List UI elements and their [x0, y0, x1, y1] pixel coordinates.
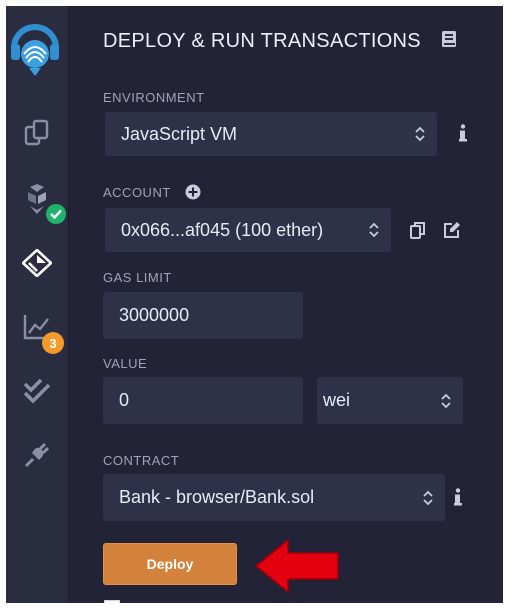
checkbox[interactable] — [104, 600, 120, 603]
select-arrows-icon — [423, 490, 433, 505]
panel-title: DEPLOY & RUN TRANSACTIONS — [103, 30, 421, 52]
value-input[interactable]: 0 — [103, 377, 303, 424]
analysis-count-badge: 3 — [42, 332, 64, 354]
testing-icon[interactable] — [20, 374, 54, 408]
select-arrows-icon — [415, 126, 425, 142]
contract-info-icon[interactable] — [451, 486, 465, 508]
compiled-check-icon — [46, 204, 66, 224]
deploy-run-panel: DEPLOY & RUN TRANSACTIONS ENVIRONMENT Ja… — [68, 6, 503, 603]
gas-limit-value: 3000000 — [119, 305, 190, 325]
account-value: 0x066...af045 (100 ether) — [121, 219, 324, 240]
contract-select[interactable]: Bank - browser/Bank.sol — [103, 474, 445, 521]
environment-value: JavaScript VM — [121, 123, 238, 144]
gas-limit-label: GAS LIMIT — [103, 270, 172, 285]
contract-value: Bank - browser/Bank.sol — [119, 487, 315, 507]
deploy-button[interactable]: Deploy — [103, 543, 237, 585]
plugin-icon[interactable] — [20, 438, 54, 472]
remix-window: 3 DEPLOY & RUN TRANSACTIONS ENVIRONMENT … — [6, 6, 503, 603]
value-unit: wei — [323, 390, 351, 410]
select-arrows-icon — [369, 222, 379, 238]
account-select[interactable]: 0x066...af045 (100 ether) — [105, 208, 391, 252]
gas-limit-input[interactable]: 3000000 — [103, 292, 303, 339]
plus-circle-icon[interactable] — [184, 183, 202, 201]
value-label: VALUE — [103, 356, 148, 371]
deploy-run-icon[interactable] — [20, 246, 54, 280]
remix-logo-icon[interactable] — [10, 20, 60, 78]
files-icon[interactable] — [20, 116, 54, 150]
value-unit-select[interactable]: wei — [317, 377, 463, 424]
value-amount: 0 — [119, 390, 130, 410]
environment-label: ENVIRONMENT — [103, 90, 205, 105]
copy-icon[interactable] — [408, 220, 428, 240]
info-icon[interactable] — [456, 122, 470, 144]
book-icon[interactable] — [441, 30, 457, 48]
red-annotation-arrow-icon — [254, 538, 340, 594]
icon-sidebar: 3 — [6, 6, 69, 603]
account-label: ACCOUNT — [103, 185, 171, 200]
contract-label: CONTRACT — [103, 453, 180, 468]
environment-select[interactable]: JavaScript VM — [105, 112, 437, 156]
select-arrows-icon — [441, 393, 451, 408]
edit-icon[interactable] — [441, 220, 463, 240]
